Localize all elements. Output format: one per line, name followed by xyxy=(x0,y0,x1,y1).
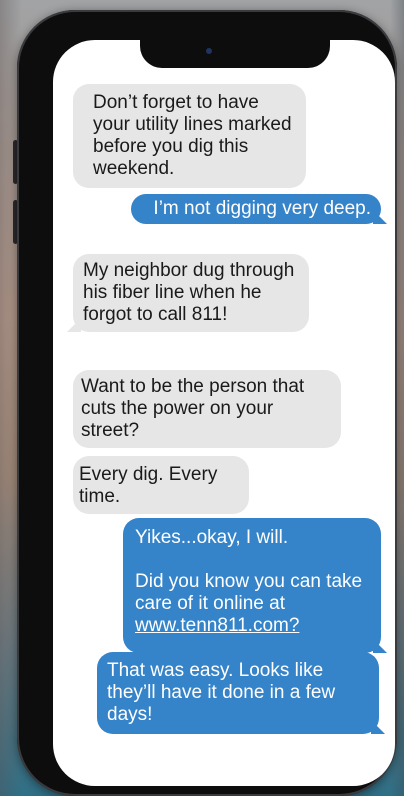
message-text: Want to be the person that cuts the powe… xyxy=(81,376,305,441)
message-bubble-sent[interactable]: Yikes...okay, I will. Did you know you c… xyxy=(123,518,381,653)
message-bubble-received[interactable]: Want to be the person that cuts the powe… xyxy=(73,370,341,448)
tenn811-link[interactable]: www.tenn811.com? xyxy=(135,615,299,636)
phone-notch xyxy=(140,40,330,68)
message-text: Did you know you can take care of it onl… xyxy=(135,571,363,614)
phone-frame: Don’t forget to have your utility lines … xyxy=(17,10,397,796)
message-text-line: Did you know you can take care of it onl… xyxy=(135,571,369,637)
message-bubble-received[interactable]: My neighbor dug through his fiber line w… xyxy=(73,254,309,332)
phone-screen: Don’t forget to have your utility lines … xyxy=(53,40,395,786)
message-bubble-sent[interactable]: I’m not digging very deep. xyxy=(131,194,381,224)
front-camera-icon xyxy=(206,48,212,54)
message-text: Every dig. Every time. xyxy=(79,464,218,507)
message-text: My neighbor dug through his fiber line w… xyxy=(83,260,295,325)
message-bubble-sent[interactable]: That was easy. Looks like they’ll have i… xyxy=(97,652,379,734)
message-text: I’m not digging very deep. xyxy=(153,198,371,219)
message-text: Don’t forget to have your utility lines … xyxy=(93,92,292,179)
message-text-line: Yikes...okay, I will. xyxy=(135,527,289,548)
message-text: That was easy. Looks like they’ll have i… xyxy=(107,660,336,725)
message-bubble-received[interactable]: Don’t forget to have your utility lines … xyxy=(73,84,306,188)
message-bubble-received[interactable]: Every dig. Every time. xyxy=(73,456,249,514)
